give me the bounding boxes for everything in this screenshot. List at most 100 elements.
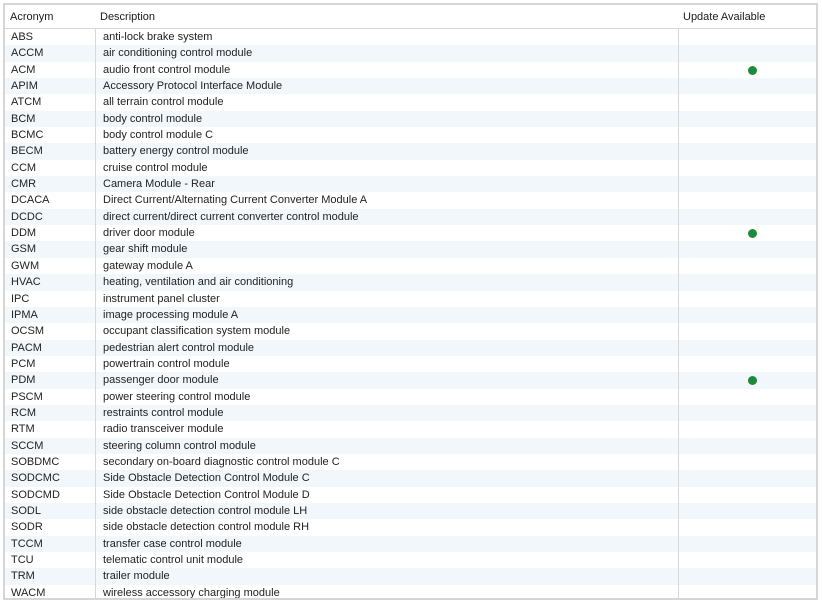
- acronym-cell: DDM: [11, 227, 37, 240]
- acronym-cell: TCCM: [11, 537, 43, 550]
- acronym-cell: PSCM: [11, 390, 43, 403]
- acronym-cell: TCU: [11, 554, 34, 566]
- table-row[interactable]: ACCM air conditioning control module: [5, 45, 816, 62]
- acronym-cell: IPMA: [11, 308, 38, 321]
- description-cell: body control module: [103, 112, 203, 125]
- description-cell: driver door module: [103, 227, 195, 240]
- acronym-cell: ACM: [11, 63, 36, 76]
- table-row[interactable]: APIM Accessory Protocol Interface Module: [5, 78, 816, 95]
- table-row[interactable]: PACM pedestrian alert control module: [5, 339, 816, 356]
- table-row[interactable]: TCU telematic control unit module: [5, 552, 816, 569]
- description-cell: Direct Current/Alternating Current Conve…: [103, 194, 368, 207]
- column-header-acronym[interactable]: Acronym: [10, 11, 53, 23]
- acronym-cell: SODCMD: [11, 488, 60, 501]
- table-row[interactable]: SODR side obstacle detection control modu…: [5, 519, 816, 536]
- acronym-cell: PCM: [11, 357, 36, 370]
- table-row[interactable]: HVAC heating, ventilation and air conditi…: [5, 274, 816, 291]
- description-cell: occupant classification system module: [103, 325, 291, 338]
- acronym-cell: RTM: [11, 423, 35, 436]
- table-row[interactable]: ACM audio front control module: [5, 61, 816, 79]
- acronym-cell: DCDC: [11, 210, 43, 223]
- acronym-cell: GSM: [11, 243, 37, 256]
- description-cell: telematic control unit module: [103, 554, 244, 566]
- description-cell: wireless accessory charging module: [103, 586, 280, 599]
- description-cell: trailer module: [103, 570, 170, 583]
- column-divider: [95, 29, 96, 598]
- description-cell: audio front control module: [103, 63, 231, 76]
- table-row[interactable]: IPC instrument panel cluster: [5, 290, 816, 307]
- column-divider: [678, 29, 679, 598]
- acronym-cell: SCCM: [11, 439, 44, 452]
- acronym-cell: APIM: [11, 80, 38, 93]
- description-cell: secondary on-board diagnostic control mo…: [103, 455, 340, 468]
- description-cell: pedestrian alert control module: [103, 341, 255, 354]
- description-cell: heating, ventilation and air conditionin…: [103, 276, 294, 289]
- description-cell: instrument panel cluster: [103, 292, 220, 305]
- acronym-cell: ATCM: [11, 96, 42, 109]
- table-row[interactable]: DDM driver door module: [5, 225, 816, 242]
- update-available-indicator-icon: [748, 229, 757, 239]
- description-cell: all terrain control module: [103, 96, 224, 109]
- acronym-cell: OCSM: [11, 325, 44, 338]
- description-cell: steering column control module: [103, 439, 256, 452]
- table-row[interactable]: SOBDMC secondary on-board diagnostic cont…: [5, 453, 816, 471]
- table-row[interactable]: SODL side obstacle detection control modu…: [5, 502, 816, 520]
- table-row[interactable]: RCM restraints control module: [5, 404, 816, 422]
- description-cell: side obstacle detection control module R…: [103, 521, 310, 534]
- acronym-cell: SODCMC: [11, 472, 60, 485]
- acronym-cell: IPC: [11, 292, 30, 305]
- table-row[interactable]: PCM powertrain control module: [5, 355, 816, 373]
- acronym-cell: WACM: [11, 586, 46, 599]
- acronym-cell: SODR: [11, 521, 43, 534]
- description-cell: radio transceiver module: [103, 423, 224, 436]
- table-row[interactable]: CCM cruise control module: [5, 159, 816, 177]
- table-row[interactable]: WACM wireless accessory charging module: [5, 584, 816, 599]
- description-cell: gear shift module: [103, 243, 188, 256]
- table-row[interactable]: SCCM steering column control module: [5, 437, 816, 454]
- update-available-indicator-icon: [748, 65, 757, 75]
- description-cell: restraints control module: [103, 406, 224, 419]
- table-row[interactable]: SODCMD Side Obstacle Detection Control Mo…: [5, 486, 816, 503]
- table-row[interactable]: BECM battery energy control module: [5, 143, 816, 160]
- column-header-update-available[interactable]: Update Available: [683, 11, 765, 23]
- table-row[interactable]: GSM gear shift module: [5, 241, 816, 258]
- acronym-cell: HVAC: [11, 276, 41, 289]
- description-cell: side obstacle detection control module L…: [103, 504, 308, 517]
- table-row[interactable]: TCCM transfer case control module: [5, 535, 816, 552]
- table-row[interactable]: PSCM power steering control module: [5, 388, 816, 405]
- description-cell: powertrain control module: [103, 357, 230, 370]
- table-row[interactable]: IPMA image processing module A: [5, 306, 816, 324]
- table-row[interactable]: DCACA Direct Current/Alternating Current …: [5, 192, 816, 209]
- table-row[interactable]: CMR Camera Module - Rear: [5, 176, 816, 193]
- table-row[interactable]: PDM passenger door module: [5, 372, 816, 389]
- table-row[interactable]: ABS anti-lock brake system: [5, 29, 816, 46]
- table-row[interactable]: ATCM all terrain control module: [5, 94, 816, 111]
- module-table: Acronym Description Update Available ABS…: [3, 3, 818, 600]
- table-row[interactable]: GWM gateway module A: [5, 257, 816, 275]
- description-cell: direct current/direct current converter …: [103, 210, 359, 223]
- description-cell: body control module C: [103, 129, 214, 142]
- acronym-cell: SODL: [11, 504, 41, 517]
- table-row[interactable]: BCMC body control module C: [5, 127, 816, 144]
- description-cell: gateway module A: [103, 259, 193, 272]
- acronym-cell: CMR: [11, 178, 37, 191]
- table-row[interactable]: DCDC direct current/direct current conver…: [5, 208, 816, 226]
- table-header: Acronym Description Update Available: [5, 5, 816, 29]
- column-header-description[interactable]: Description: [100, 11, 155, 23]
- acronym-cell: RCM: [11, 406, 37, 419]
- acronym-cell: DCACA: [11, 194, 50, 207]
- acronym-cell: GWM: [11, 259, 40, 272]
- description-cell: Side Obstacle Detection Control Module C: [103, 472, 310, 485]
- acronym-cell: CCM: [11, 161, 37, 174]
- description-cell: image processing module A: [103, 308, 239, 321]
- table-body: ABS anti-lock brake system ACCM air conditi…: [5, 29, 816, 599]
- acronym-cell: BECM: [11, 145, 43, 158]
- table-row[interactable]: BCM body control module: [5, 110, 816, 128]
- acronym-cell: BCMC: [11, 129, 44, 142]
- table-row[interactable]: SODCMC Side Obstacle Detection Control Mo…: [5, 470, 816, 487]
- description-cell: battery energy control module: [103, 145, 249, 158]
- table-row[interactable]: RTM radio transceiver module: [5, 421, 816, 438]
- table-row[interactable]: OCSM occupant classification system modul…: [5, 323, 816, 340]
- description-cell: air conditioning control module: [103, 47, 253, 60]
- table-row[interactable]: TRM trailer module: [5, 568, 816, 585]
